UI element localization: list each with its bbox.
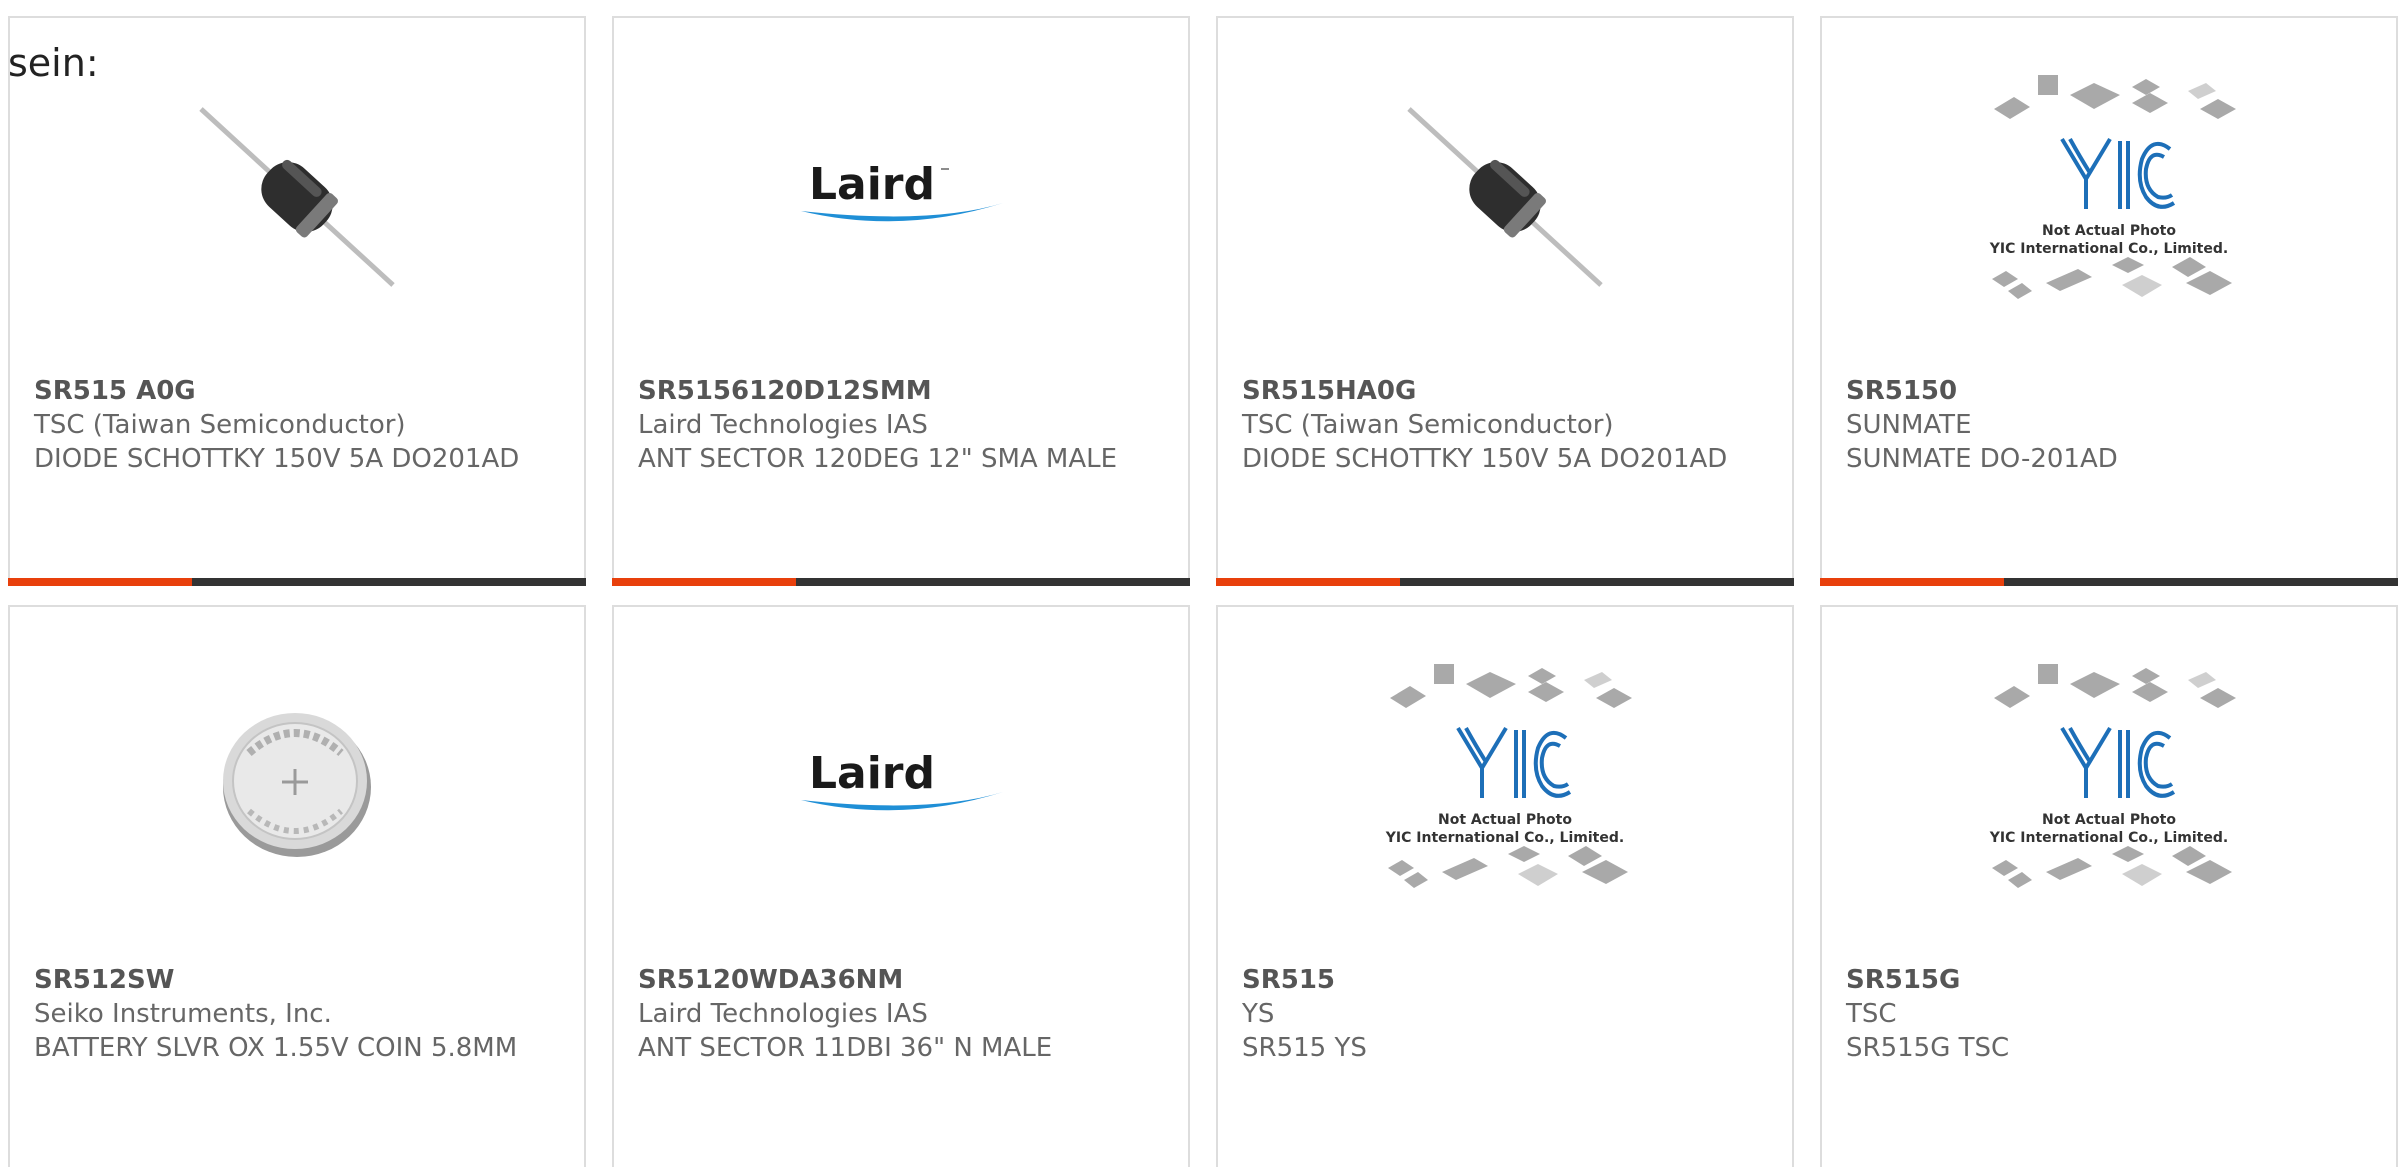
product-card[interactable]: SR515HA0G TSC (Taiwan Semiconductor) DIO… [1216, 16, 1794, 586]
yic-placeholder-image: Not Actual Photo YIC International Co., … [1989, 664, 2236, 888]
product-image[interactable] [10, 673, 584, 893]
axial-diode-image [199, 107, 395, 287]
product-description: BATTERY SLVR OX 1.55V COIN 5.8MM [34, 1033, 518, 1063]
laird-logo-image: Laird [801, 159, 1003, 222]
yic-placeholder-image: Not Actual Photo YIC International Co., … [1989, 75, 2236, 299]
product-image[interactable]: Laird [614, 84, 1188, 304]
laird-logo-text: Laird [809, 159, 935, 210]
placeholder-caption-line2: YIC International Co., Limited. [1989, 241, 2228, 257]
placeholder-caption-line1: Not Actual Photo [2042, 812, 2176, 828]
card-accent-bar [1820, 578, 2398, 586]
manufacturer-name: TSC [1846, 999, 1897, 1029]
manufacturer-name: TSC (Taiwan Semiconductor) [1242, 410, 1614, 440]
part-number-link[interactable]: SR515HA0G [1242, 374, 1768, 408]
part-number-link[interactable]: SR512SW [34, 963, 560, 997]
part-number-link[interactable]: SR515 [1242, 963, 1768, 997]
laird-logo-text: Laird [809, 748, 935, 799]
placeholder-caption-line1: Not Actual Photo [1438, 812, 1572, 828]
part-number-link[interactable]: SR515 A0G [34, 374, 560, 408]
product-description: SR515G TSC [1846, 1033, 2010, 1063]
yic-placeholder-image: Not Actual Photo YIC International Co., … [1385, 664, 1632, 888]
product-image[interactable]: Not Actual Photo YIC International Co., … [1822, 664, 2396, 893]
product-image[interactable]: Laird [614, 673, 1188, 893]
card-accent-bar [1216, 578, 1794, 586]
laird-logo-image: Laird [801, 748, 1003, 811]
product-description: SUNMATE DO-201AD [1846, 444, 2118, 474]
product-card[interactable]: Not Actual Photo YIC International Co., … [1216, 605, 1794, 1167]
placeholder-caption-line2: YIC International Co., Limited. [1385, 830, 1624, 846]
product-image[interactable] [10, 84, 584, 304]
placeholder-caption-line1: Not Actual Photo [2042, 223, 2176, 239]
coin-battery-image [223, 713, 371, 857]
part-number-link[interactable]: SR5156120D12SMM [638, 374, 1164, 408]
product-description: ANT SECTOR 120DEG 12" SMA MALE [638, 444, 1118, 474]
product-image[interactable]: Not Actual Photo YIC International Co., … [1218, 664, 1792, 893]
product-card[interactable]: Laird SR5156120D12SMM Laird Technologies… [612, 16, 1190, 586]
part-number-link[interactable]: SR5120WDA36NM [638, 963, 1164, 997]
product-description: SR515 YS [1242, 1033, 1367, 1063]
intro-text: sein: [8, 41, 99, 85]
manufacturer-name: Seiko Instruments, Inc. [34, 999, 332, 1029]
manufacturer-name: SUNMATE [1846, 410, 1972, 440]
part-number-link[interactable]: SR515G [1846, 963, 2372, 997]
manufacturer-name: TSC (Taiwan Semiconductor) [34, 410, 406, 440]
part-number-link[interactable]: SR5150 [1846, 374, 2372, 408]
product-card[interactable]: SR515 A0G TSC (Taiwan Semiconductor) DIO… [8, 16, 586, 586]
product-card[interactable]: Not Actual Photo YIC International Co., … [1820, 605, 2398, 1167]
product-card[interactable]: Laird SR5120WDA36NM Laird Technologies I… [612, 605, 1190, 1167]
product-card[interactable]: Not Actual Photo YIC International Co., … [1820, 16, 2398, 586]
placeholder-caption-line2: YIC International Co., Limited. [1989, 830, 2228, 846]
card-accent-bar [8, 578, 586, 586]
axial-diode-image [1407, 107, 1603, 287]
manufacturer-name: YS [1242, 999, 1275, 1029]
product-card[interactable]: SR512SW Seiko Instruments, Inc. BATTERY … [8, 605, 586, 1167]
product-description: DIODE SCHOTTKY 150V 5A DO201AD [34, 444, 520, 474]
product-image[interactable]: Not Actual Photo YIC International Co., … [1822, 75, 2396, 304]
product-image[interactable] [1218, 84, 1792, 304]
card-accent-bar [612, 578, 1190, 586]
manufacturer-name: Laird Technologies IAS [638, 410, 928, 440]
product-description: DIODE SCHOTTKY 150V 5A DO201AD [1242, 444, 1728, 474]
product-description: ANT SECTOR 11DBI 36" N MALE [638, 1033, 1053, 1063]
product-grid-page: sein: SR515 A0G TSC (Taiwan Semiconducto… [0, 0, 2400, 1167]
manufacturer-name: Laird Technologies IAS [638, 999, 928, 1029]
